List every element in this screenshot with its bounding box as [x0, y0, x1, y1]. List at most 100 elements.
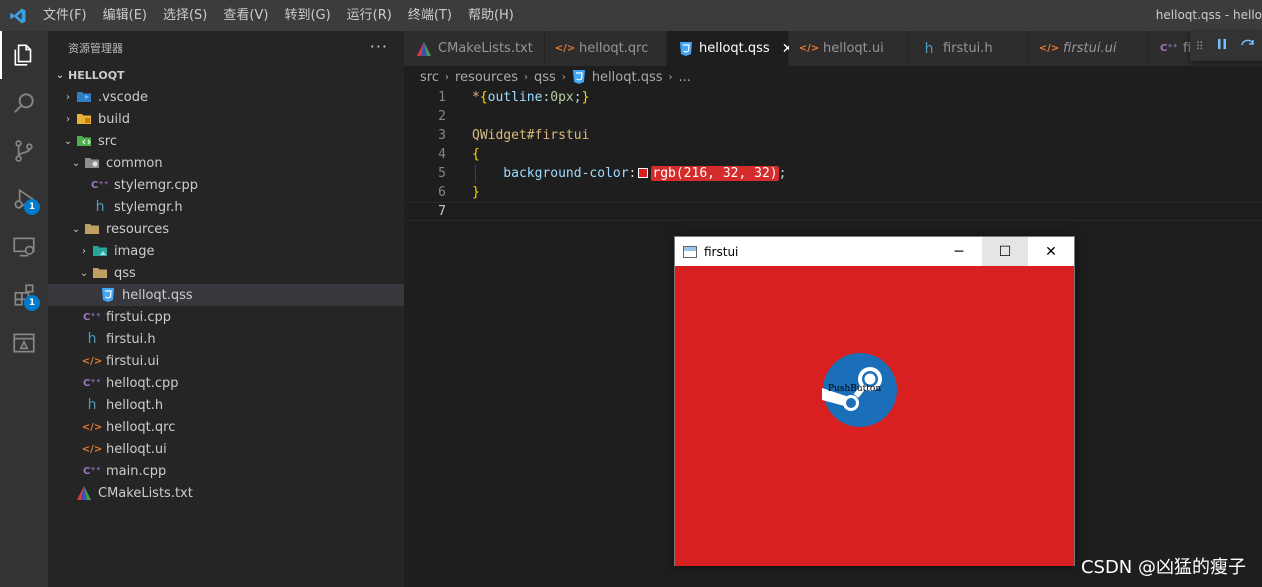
vscode-logo-icon[interactable]	[0, 0, 35, 31]
push-button[interactable]: PushButton	[822, 352, 898, 428]
tree-item[interactable]: C⁺⁺ helloqt.cpp	[48, 372, 404, 394]
tree-item[interactable]: ⌄ resources	[48, 218, 404, 240]
extensions-badge: 1	[24, 295, 40, 311]
chevron-right-icon[interactable]: ›	[60, 86, 76, 108]
menu-item-7[interactable]: 帮助(H)	[460, 0, 522, 31]
breadcrumb-item[interactable]: ...	[679, 70, 691, 85]
step-over-icon[interactable]	[1240, 37, 1256, 55]
extensions-icon[interactable]: 1	[0, 271, 48, 319]
chevron-right-icon[interactable]: ›	[76, 240, 92, 262]
source-control-icon[interactable]	[0, 127, 48, 175]
cpp-file-icon: C⁺⁺	[83, 377, 101, 389]
editor-tabs: CMakeLists.txt </> helloqt.qrc helloqt.qss ✕…	[404, 31, 1262, 66]
code-line[interactable]: 7	[404, 202, 1262, 221]
tree-item[interactable]: ⌄ common	[48, 152, 404, 174]
tree-item[interactable]: C⁺⁺ stylemgr.cpp	[48, 174, 404, 196]
tree-item[interactable]: › .vscode	[48, 86, 404, 108]
minimize-button[interactable]: ─	[936, 237, 982, 266]
tree-item[interactable]: </> helloqt.qrc	[48, 416, 404, 438]
tree-item[interactable]: h helloqt.h	[48, 394, 404, 416]
breadcrumb-item[interactable]: helloqt.qss	[592, 70, 663, 85]
tab-firstui-ui[interactable]: </> firstui.ui	[1029, 31, 1149, 66]
drag-handle-icon[interactable]: ⠿	[1196, 40, 1204, 53]
tree-item[interactable]: h firstui.h	[48, 328, 404, 350]
qt-window-icon	[683, 245, 697, 258]
code-token: 0px	[550, 90, 574, 105]
xml-file-icon: </>	[554, 43, 576, 54]
more-actions-icon[interactable]: ···	[370, 37, 388, 56]
tree-item[interactable]: CMakeLists.txt	[48, 482, 404, 504]
tree-item[interactable]: › image	[48, 240, 404, 262]
chevron-down-icon[interactable]: ⌄	[60, 130, 76, 152]
code-token: outline	[487, 90, 543, 105]
tree-item[interactable]: ⌄ src	[48, 130, 404, 152]
chevron-down-icon[interactable]: ⌄	[68, 218, 84, 240]
cmake-icon[interactable]	[0, 319, 48, 367]
code-line[interactable]: 5 background-color: rgb(216, 32, 32);	[404, 164, 1262, 183]
tab-label: firstui.ui	[1063, 41, 1117, 56]
explorer-icon[interactable]	[0, 31, 48, 79]
tree-item[interactable]: h stylemgr.h	[48, 196, 404, 218]
workspace-root-label: HELLOQT	[68, 68, 125, 82]
src-folder-icon	[76, 133, 92, 149]
tree-item[interactable]: ⌄ qss	[48, 262, 404, 284]
run-debug-icon[interactable]: 1	[0, 175, 48, 223]
qt-title-bar[interactable]: firstui ─ ☐ ✕	[675, 237, 1074, 266]
code-token: rgb(216, 32, 32)	[651, 166, 779, 181]
tab-helloqt-ui[interactable]: </> helloqt.ui	[789, 31, 909, 66]
chevron-down-icon[interactable]: ⌄	[76, 262, 92, 284]
workspace-root[interactable]: ⌄ HELLOQT	[48, 64, 404, 86]
tree-item[interactable]: › build	[48, 108, 404, 130]
code-line[interactable]: 2	[404, 107, 1262, 126]
breadcrumb-item[interactable]: resources	[455, 70, 518, 85]
tree-item-label: helloqt.qrc	[106, 419, 176, 435]
breadcrumb-item[interactable]: src	[420, 70, 439, 85]
chevron-right-icon[interactable]: ›	[60, 108, 76, 130]
remote-explorer-icon[interactable]	[0, 223, 48, 271]
tab-helloqt-qss[interactable]: helloqt.qss ✕	[667, 31, 793, 66]
tree-item[interactable]: </> helloqt.ui	[48, 438, 404, 460]
tree-item-label: stylemgr.cpp	[114, 177, 199, 193]
tree-item[interactable]: C⁺⁺ main.cpp	[48, 460, 404, 482]
menu-item-0[interactable]: 文件(F)	[35, 0, 95, 31]
code-line[interactable]: 4{	[404, 145, 1262, 164]
menu-item-4[interactable]: 转到(G)	[276, 0, 338, 31]
code-line[interactable]: 3 QWidget#firstui	[404, 126, 1262, 145]
xml-file-icon: </>	[81, 421, 103, 433]
tree-item[interactable]: </> firstui.ui	[48, 350, 404, 372]
explorer-sidebar: 资源管理器 ··· ⌄ HELLOQT › .vscode › build ⌄ src ⌄ c…	[48, 31, 404, 587]
menu-item-5[interactable]: 运行(R)	[339, 0, 400, 31]
code-token: *	[472, 90, 480, 105]
line-number: 2	[438, 109, 446, 124]
tab-label: CMakeLists.txt	[438, 41, 533, 56]
tree-item[interactable]: C⁺⁺ firstui.cpp	[48, 306, 404, 328]
code-line[interactable]: 1 *{outline:0px;}	[404, 88, 1262, 107]
menu-item-1[interactable]: 编辑(E)	[95, 0, 155, 31]
code-content: *{outline:0px;}	[472, 90, 589, 105]
pause-icon[interactable]	[1215, 37, 1229, 55]
code-token: }	[581, 90, 590, 105]
tab-helloqt-qrc[interactable]: </> helloqt.qrc	[545, 31, 667, 66]
tree-item[interactable]: helloqt.qss	[48, 284, 404, 306]
color-swatch-icon[interactable]	[638, 168, 649, 178]
search-icon[interactable]	[0, 79, 48, 127]
resources-folder-icon	[84, 221, 100, 237]
menu-item-6[interactable]: 终端(T)	[400, 0, 460, 31]
menu-item-3[interactable]: 查看(V)	[215, 0, 276, 31]
chevron-down-icon[interactable]: ⌄	[68, 152, 84, 174]
breadcrumb-item[interactable]: qss	[534, 70, 556, 85]
code-token: {	[479, 90, 488, 105]
qt-window-firstui[interactable]: firstui ─ ☐ ✕ PushButton	[674, 236, 1075, 566]
tab-cmakelists-txt[interactable]: CMakeLists.txt	[404, 31, 545, 66]
maximize-button[interactable]: ☐	[982, 237, 1028, 266]
tree-item-label: resources	[106, 221, 170, 237]
close-button[interactable]: ✕	[1028, 237, 1074, 266]
chevron-right-icon: ›	[444, 71, 449, 83]
code-token: ;	[573, 90, 582, 105]
css-file-icon	[679, 41, 693, 57]
tab-firstui-h[interactable]: h firstui.h	[909, 31, 1029, 66]
menu-item-2[interactable]: 选择(S)	[155, 0, 215, 31]
code-line[interactable]: 6}	[404, 183, 1262, 202]
